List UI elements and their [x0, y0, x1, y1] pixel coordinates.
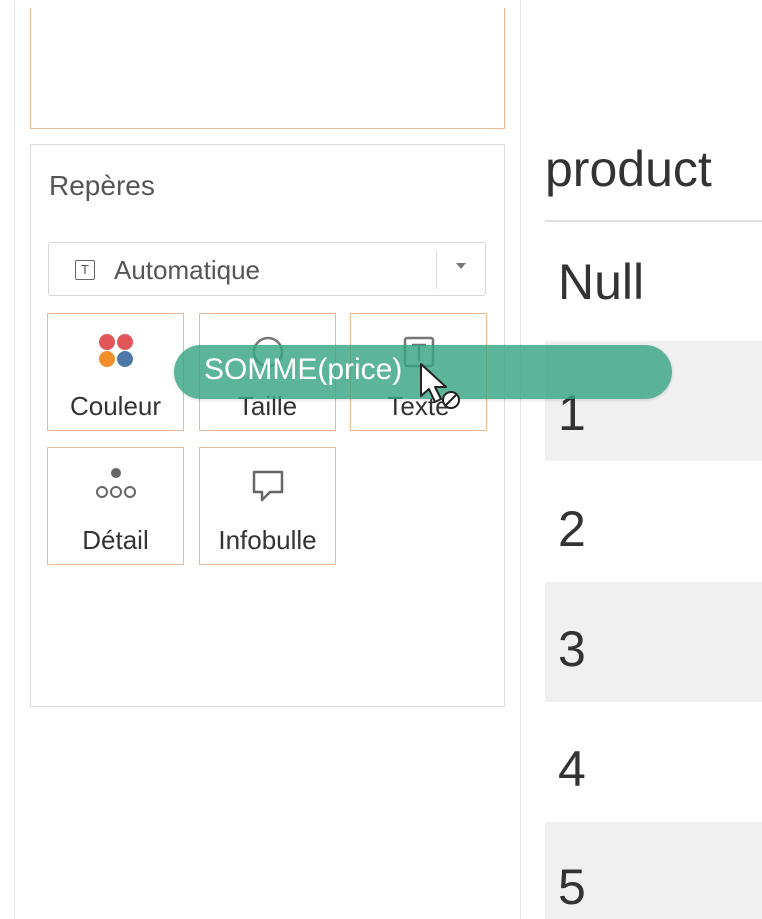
panel-divider-left [14, 0, 15, 919]
dropdown-separator [436, 251, 437, 289]
mark-type-dropdown[interactable]: T Automatique [48, 242, 486, 296]
table-row-label[interactable]: 3 [558, 620, 586, 678]
filters-card[interactable] [30, 8, 505, 129]
table-row-label[interactable]: 4 [558, 740, 586, 798]
chevron-down-icon[interactable] [456, 263, 466, 269]
mark-type-label: Automatique [114, 255, 260, 285]
color-dots-icon [97, 332, 135, 370]
tooltip-shelf-label: Infobulle [218, 525, 317, 555]
color-shelf-button[interactable]: Couleur [47, 313, 184, 431]
detail-shelf-label: Détail [82, 525, 149, 555]
mouse-cursor-icon [418, 362, 466, 419]
column-header-product[interactable]: product [545, 140, 762, 198]
panel-divider-right [520, 0, 521, 919]
marks-card-title: Repères [49, 170, 155, 201]
table-row-label[interactable]: Null [558, 253, 644, 311]
header-divider [545, 220, 762, 222]
text-mark-icon: T [75, 260, 95, 280]
table-row-label[interactable]: 2 [558, 500, 586, 558]
tooltip-shelf-button[interactable]: Infobulle [199, 447, 336, 565]
detail-dots-icon [94, 466, 138, 505]
tooltip-icon [248, 466, 288, 509]
table-row-label[interactable]: 5 [558, 858, 586, 916]
detail-shelf-button[interactable]: Détail [47, 447, 184, 565]
dragged-field-label: SOMME(price) [204, 353, 403, 386]
color-shelf-label: Couleur [69, 391, 162, 421]
